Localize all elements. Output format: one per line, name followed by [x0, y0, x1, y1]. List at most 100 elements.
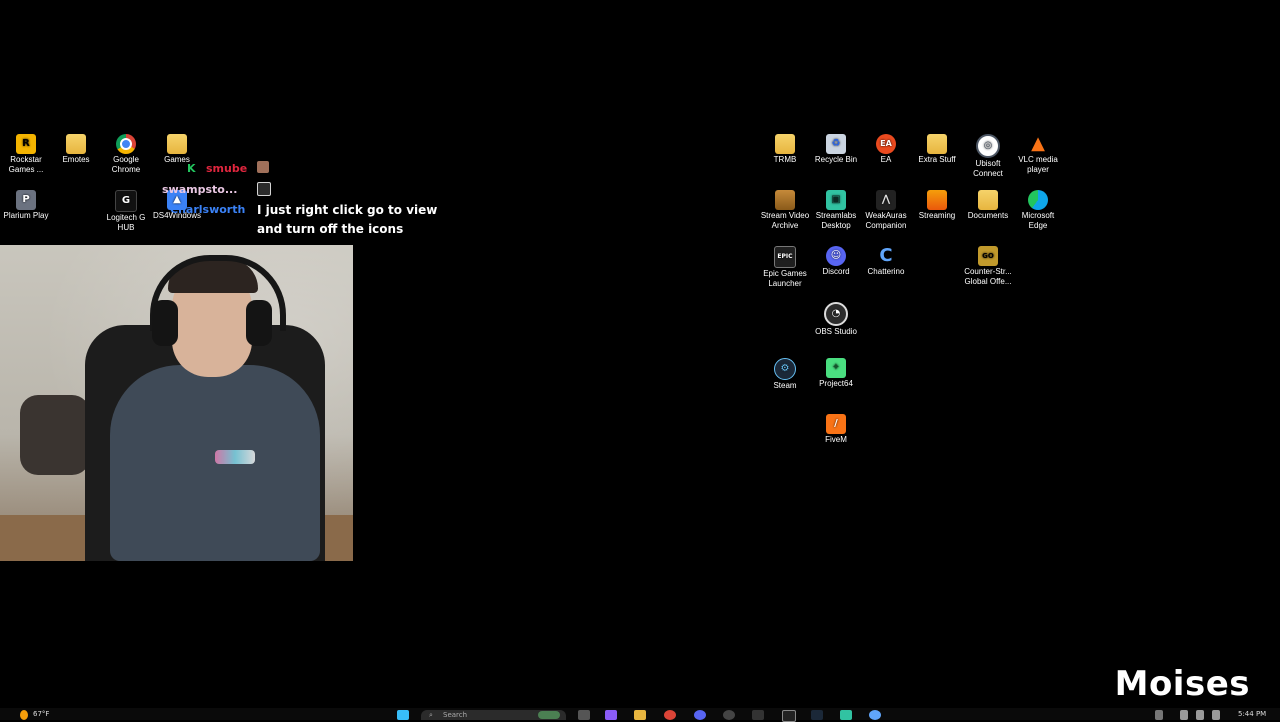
desktop-icon-weakauras[interactable]: ⋀ WeakAuras Companion [860, 190, 912, 231]
network-icon[interactable] [1180, 710, 1188, 720]
ea-icon: EA [876, 134, 896, 154]
desktop-icon-epic-games[interactable]: EPIC Epic Games Launcher [759, 246, 811, 289]
desktop-icon-label: Epic Games Launcher [763, 269, 807, 288]
weakauras-icon: ⋀ [876, 190, 896, 210]
obs-icon: ◔ [824, 302, 848, 326]
plarium-icon: P [16, 190, 36, 210]
recycle-bin-icon: ♻ [826, 134, 846, 154]
edge-icon [1028, 190, 1048, 210]
desktop-icon-vlc[interactable]: ▲ VLC media player [1012, 134, 1064, 175]
desktop-icon-steam[interactable]: ⚙ Steam [759, 358, 811, 391]
weakauras-taskbar-icon[interactable] [752, 710, 764, 720]
epic-taskbar-icon[interactable] [782, 710, 796, 722]
desktop-icon-extra-stuff[interactable]: Extra Stuff [911, 134, 963, 165]
desktop-icon-microsoft-edge[interactable]: Microsoft Edge [1012, 190, 1064, 231]
obs-taskbar-icon[interactable] [723, 710, 735, 720]
streamlabs-taskbar-icon[interactable] [840, 710, 852, 720]
desktop-icon-ea[interactable]: EA EA [860, 134, 912, 165]
folder-icon [927, 134, 947, 154]
volume-icon[interactable] [1196, 710, 1204, 720]
vlc-icon: ▲ [1031, 133, 1045, 154]
desktop-icon-label: FiveM [825, 435, 847, 444]
folder-icon [775, 190, 795, 210]
desktop-icon-obs-studio[interactable]: ◔ OBS Studio [810, 302, 862, 337]
desktop-icon-label: Emotes [62, 155, 90, 164]
chat-message: I just right click go to view and turn o… [257, 203, 438, 236]
desktop-icon-label: Chatterino [867, 267, 905, 276]
chat-username: Charlsworth [170, 203, 246, 216]
desktop-icon-label: Microsoft Edge [1021, 211, 1055, 230]
desktop-icon-label: Google Chrome [111, 155, 141, 174]
weather-temperature[interactable]: 67°F [33, 710, 49, 720]
desktop-icon-label: Extra Stuff [918, 155, 956, 164]
discord-taskbar-icon[interactable] [694, 710, 706, 720]
chrome-icon [116, 134, 136, 154]
hoodie-logo [215, 450, 255, 464]
desktop-icon-label: Counter-Str... Global Offe... [964, 267, 1012, 286]
desktop-icon-label: OBS Studio [815, 327, 857, 336]
streamer-name-overlay: Moises [1114, 664, 1250, 704]
desktop-icon-label: Stream Video Archive [760, 211, 810, 230]
folder-icon [775, 134, 795, 154]
desktop-icon-label: TRMB [773, 155, 797, 164]
desktop-icon-csgo[interactable]: GO Counter-Str... Global Offe... [962, 246, 1014, 287]
desktop-icon-documents[interactable]: Documents [962, 190, 1014, 221]
chrome-taskbar-icon[interactable] [664, 710, 676, 720]
epic-icon: EPIC [774, 246, 796, 268]
desktop-icon-label: Streamlabs Desktop [815, 211, 857, 230]
fivem-icon: / [826, 414, 846, 434]
desktop-icon-discord[interactable]: ☺ Discord [810, 246, 862, 277]
streamlabs-icon: ▣ [826, 190, 846, 210]
taskbar-search-input[interactable]: ⌕ Search [421, 710, 566, 720]
desktop-icon-logitech-g-hub[interactable]: G Logitech G HUB [100, 190, 152, 233]
desktop-icon-label: Project64 [819, 379, 853, 388]
battery-icon[interactable] [1212, 710, 1220, 720]
desktop-icon-ubisoft-connect[interactable]: ◎ Ubisoft Connect [962, 134, 1014, 179]
desktop-icon-rockstar[interactable]: R Rockstar Games ... [0, 134, 52, 175]
desktop-icon-label: Logitech G HUB [106, 213, 146, 232]
csgo-icon: GO [978, 246, 998, 266]
emote-icon [257, 182, 271, 196]
desktop-icon-project64[interactable]: ✦ Project64 [810, 358, 862, 389]
desktop-icon-fivem[interactable]: / FiveM [810, 414, 862, 445]
desktop-icon-google-chrome[interactable]: Google Chrome [100, 134, 152, 175]
desktop-icon-label: Recycle Bin [814, 155, 858, 164]
desktop-icon-label: Documents [967, 211, 1009, 220]
rockstar-icon: R [16, 134, 36, 154]
desktop-icon-streamlabs[interactable]: ▣ Streamlabs Desktop [810, 190, 862, 231]
chat-badge: K [187, 162, 196, 175]
tray-overflow-icon[interactable] [1155, 710, 1163, 720]
desktop-icon-plarium-play[interactable]: P Plarium Play [0, 190, 52, 221]
webcam-feed [0, 245, 353, 561]
logitech-icon: G [115, 190, 137, 212]
windows-start-icon[interactable] [397, 710, 409, 720]
desktop-icon-chatterino[interactable]: C Chatterino [860, 246, 912, 277]
webcam-person-body [110, 365, 320, 561]
weather-icon[interactable] [20, 710, 28, 720]
folder-icon [978, 190, 998, 210]
desktop-icon-stream-video-archive[interactable]: Stream Video Archive [759, 190, 811, 231]
desktop-icon-emotes[interactable]: Emotes [50, 134, 102, 165]
desktop-icon-label: Rockstar Games ... [8, 155, 44, 174]
desktop-icon-label: EA [880, 155, 892, 164]
desktop-icon-recycle-bin[interactable]: ♻ Recycle Bin [810, 134, 862, 165]
desktop-icon-streaming[interactable]: Streaming [911, 190, 963, 221]
desktop-icon-games[interactable]: Games [151, 134, 203, 165]
task-view-icon[interactable] [578, 710, 590, 720]
desktop-icon-label: Discord [822, 267, 850, 276]
chatterino-taskbar-icon[interactable] [869, 710, 881, 720]
taskbar-clock[interactable]: 5:44 PM [1238, 710, 1266, 720]
search-icon: ⌕ [429, 711, 433, 719]
discord-icon: ☺ [826, 246, 846, 266]
desktop-icon-label: Plarium Play [3, 211, 49, 220]
webcam-pillow [20, 395, 90, 475]
steam-taskbar-icon[interactable] [811, 710, 823, 720]
copilot-icon[interactable] [605, 710, 617, 720]
project64-icon: ✦ [826, 358, 846, 378]
chatterino-icon: C [879, 245, 893, 266]
chat-username: swampsto... [162, 183, 238, 196]
emote-icon [257, 161, 269, 173]
file-explorer-icon[interactable] [634, 710, 646, 720]
desktop-icon-trmb[interactable]: TRMB [759, 134, 811, 165]
desktop-icon-label: Streaming [918, 211, 956, 220]
